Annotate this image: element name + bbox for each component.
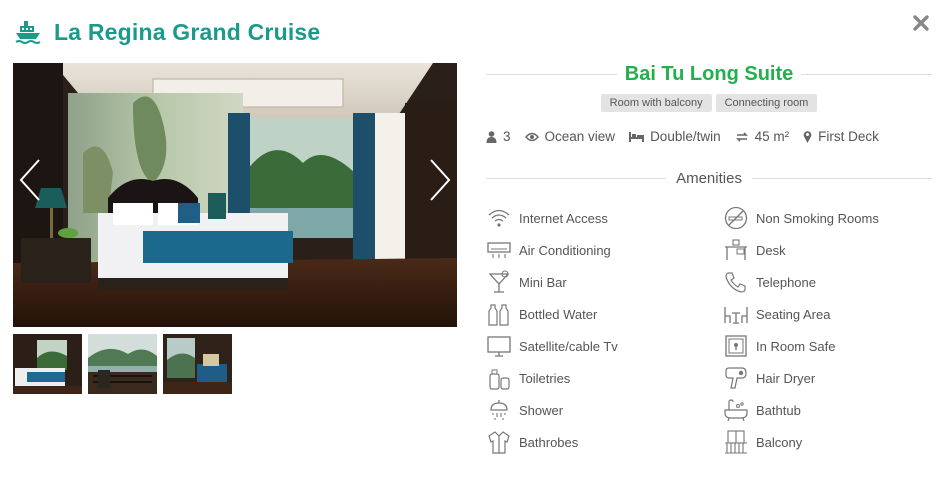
- amenity-item: Bathrobes: [486, 426, 723, 458]
- amenity-item: Bathtub: [723, 394, 932, 426]
- size-spec: 45 m²: [735, 129, 790, 144]
- photo-gallery: [13, 63, 457, 394]
- amenity-item: Mini Bar: [486, 266, 723, 298]
- amenity-label: Shower: [519, 402, 564, 418]
- divider: [486, 177, 667, 179]
- amenity-item: Desk: [723, 234, 932, 266]
- resize-arrows-icon: [735, 131, 748, 142]
- amenity-label: Bottled Water: [519, 306, 598, 322]
- room-details-panel: Bai Tu Long Suite Room with balcony Conn…: [486, 60, 933, 458]
- room-specs: 3 Ocean view Double/twin 45 m² First Dec…: [486, 129, 932, 144]
- amenity-label: Desk: [756, 242, 786, 258]
- amenity-label: Air Conditioning: [519, 242, 611, 258]
- amenity-item: In Room Safe: [723, 330, 932, 362]
- person-icon: [486, 130, 497, 143]
- amenity-label: Telephone: [756, 274, 816, 290]
- amenity-label: Mini Bar: [519, 274, 567, 290]
- room-photo-image: [13, 63, 457, 327]
- no-smoking-icon: [724, 206, 748, 230]
- amenity-label: Satellite/cable Tv: [519, 338, 618, 354]
- bed-label: Double/twin: [650, 129, 721, 144]
- thumbnail-strip: [13, 334, 457, 394]
- deck-label: First Deck: [818, 129, 879, 144]
- amenity-label: Toiletries: [519, 370, 571, 386]
- deck-spec: First Deck: [803, 129, 879, 144]
- amenity-label: Bathrobes: [519, 434, 579, 450]
- amenity-item: Toiletries: [486, 362, 723, 394]
- previous-photo-arrow-icon[interactable]: [17, 158, 43, 202]
- amenity-label: Seating Area: [756, 306, 831, 322]
- amenity-label: Non Smoking Rooms: [756, 210, 879, 226]
- amenity-item: Seating Area: [723, 298, 932, 330]
- amenity-item: Satellite/cable Tv: [486, 330, 723, 362]
- room-title-row: Bai Tu Long Suite: [486, 60, 933, 88]
- bathrobe-icon: [488, 431, 510, 454]
- view-spec: Ocean view: [524, 129, 616, 144]
- tag-connecting: Connecting room: [715, 94, 818, 112]
- telephone-icon: [725, 272, 746, 293]
- thumbnail-2[interactable]: [88, 334, 157, 394]
- map-marker-icon: [803, 131, 812, 143]
- amenities-grid: Internet Access Non Smoking Rooms Air Co…: [486, 202, 932, 458]
- modal-header: La Regina Grand Cruise: [14, 16, 320, 48]
- bed-spec: Double/twin: [629, 129, 721, 144]
- amenity-item: Air Conditioning: [486, 234, 723, 266]
- amenity-label: In Room Safe: [756, 338, 836, 354]
- guests-count: 3: [503, 129, 511, 144]
- desk-icon: [725, 239, 747, 260]
- thumbnail-3[interactable]: [163, 334, 232, 394]
- amenity-label: Internet Access: [519, 210, 608, 226]
- close-icon[interactable]: [912, 14, 930, 32]
- seating-icon: [724, 307, 748, 324]
- divider: [751, 177, 933, 179]
- amenity-item: Hair Dryer: [723, 362, 932, 394]
- divider: [486, 73, 617, 75]
- amenity-item: Telephone: [723, 266, 932, 298]
- amenities-title-row: Amenities: [486, 168, 933, 188]
- shower-icon: [490, 400, 508, 420]
- guests-spec: 3: [486, 129, 511, 144]
- amenity-item: Non Smoking Rooms: [723, 202, 932, 234]
- air-conditioner-icon: [487, 242, 511, 258]
- cruise-title: La Regina Grand Cruise: [54, 18, 321, 45]
- tv-icon: [487, 336, 511, 357]
- amenity-item: Shower: [486, 394, 723, 426]
- divider: [801, 73, 933, 75]
- thumbnail-1[interactable]: [13, 334, 82, 394]
- balcony-icon: [725, 430, 747, 454]
- amenity-item: Bottled Water: [486, 298, 723, 330]
- amenity-label: Bathtub: [756, 402, 801, 418]
- room-tags: Room with balcony Connecting room: [486, 94, 932, 112]
- amenity-label: Hair Dryer: [756, 370, 816, 386]
- room-name: Bai Tu Long Suite: [624, 62, 794, 85]
- toiletries-icon: [489, 369, 510, 390]
- amenity-item: Internet Access: [486, 202, 723, 234]
- bathtub-icon: [724, 399, 748, 422]
- next-photo-arrow-icon[interactable]: [427, 158, 453, 202]
- amenity-label: Balcony: [756, 434, 803, 450]
- eye-icon: [524, 132, 539, 141]
- size-label: 45 m²: [754, 129, 790, 144]
- wifi-icon: [488, 209, 510, 227]
- main-room-photo: [13, 63, 457, 327]
- view-label: Ocean view: [544, 129, 616, 144]
- amenity-item: Balcony: [723, 426, 932, 458]
- cruise-ship-icon: [15, 21, 41, 44]
- hair-dryer-icon: [725, 367, 747, 389]
- tag-balcony: Room with balcony: [600, 94, 712, 112]
- safe-icon: [725, 335, 747, 357]
- cocktail-icon: [488, 270, 510, 293]
- bottles-icon: [488, 304, 509, 326]
- amenities-heading: Amenities: [676, 169, 742, 187]
- bed-icon: [629, 132, 645, 142]
